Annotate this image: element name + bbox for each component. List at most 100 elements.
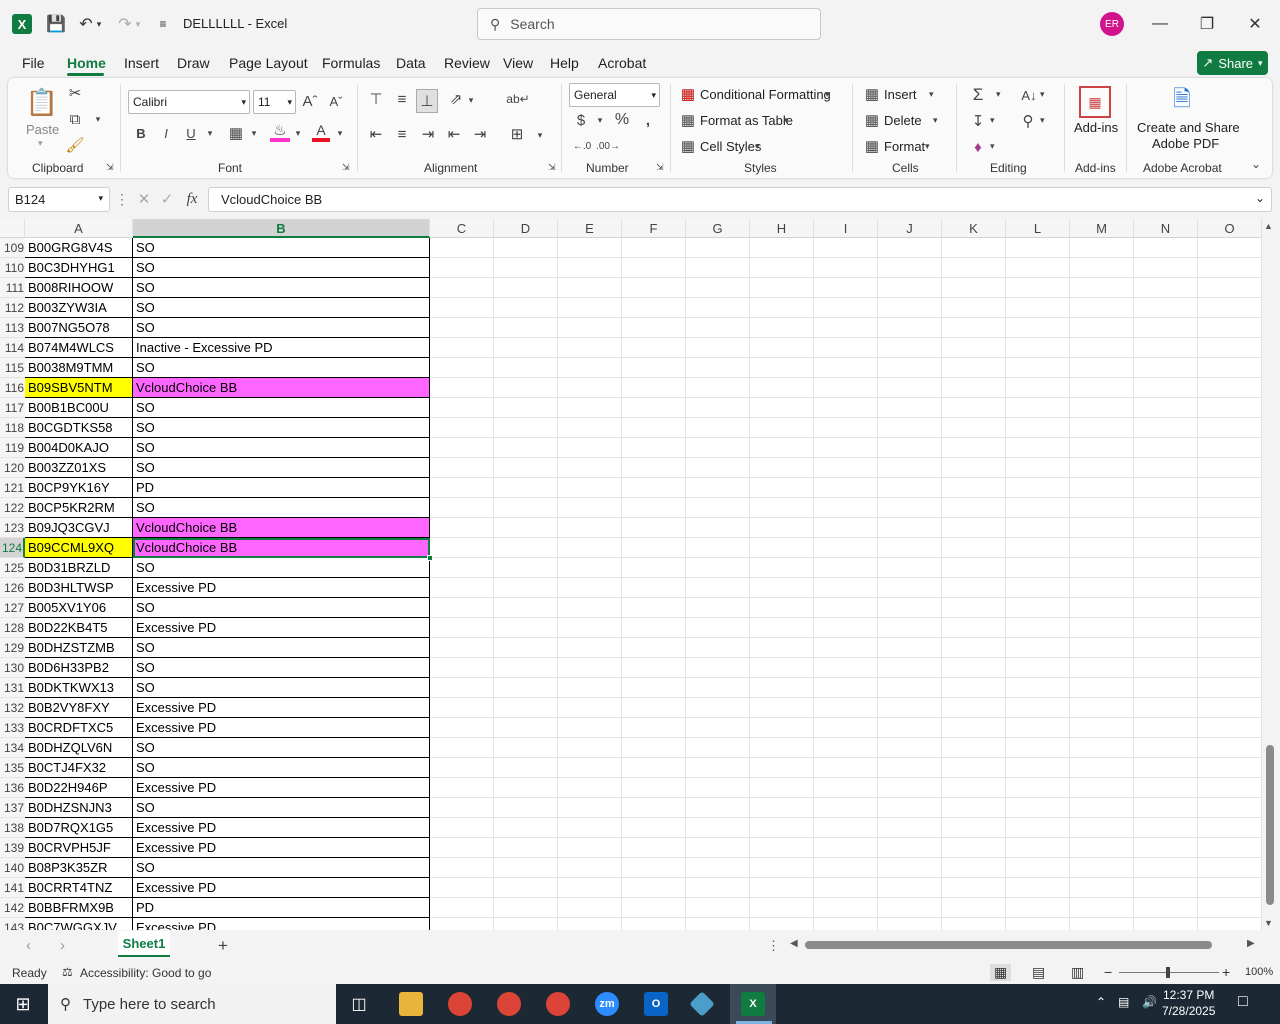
empty-cell[interactable] — [1070, 258, 1134, 278]
empty-cell[interactable] — [686, 538, 750, 558]
cell-b[interactable]: SO — [133, 398, 430, 418]
empty-cell[interactable] — [622, 478, 686, 498]
row-header[interactable]: 126 — [0, 578, 25, 598]
empty-cell[interactable] — [1134, 378, 1198, 398]
cell-a[interactable]: B005XV1Y06 — [25, 598, 133, 618]
row-header[interactable]: 120 — [0, 458, 25, 478]
chevron-down-icon[interactable]: ▾ — [755, 141, 760, 152]
empty-cell[interactable] — [494, 318, 558, 338]
empty-cell[interactable] — [814, 238, 878, 258]
cell-b[interactable]: SO — [133, 658, 430, 678]
empty-cell[interactable] — [622, 278, 686, 298]
row-header[interactable]: 117 — [0, 398, 25, 418]
empty-cell[interactable] — [430, 898, 494, 918]
empty-cell[interactable] — [1198, 638, 1262, 658]
empty-cell[interactable] — [494, 438, 558, 458]
empty-cell[interactable] — [750, 878, 814, 898]
empty-cell[interactable] — [1070, 658, 1134, 678]
empty-cell[interactable] — [878, 278, 942, 298]
empty-cell[interactable] — [622, 438, 686, 458]
empty-cell[interactable] — [494, 498, 558, 518]
column-header-d[interactable]: D — [494, 219, 558, 238]
empty-cell[interactable] — [1070, 858, 1134, 878]
empty-cell[interactable] — [878, 338, 942, 358]
empty-cell[interactable] — [878, 498, 942, 518]
empty-cell[interactable] — [1006, 778, 1070, 798]
copy-dropdown-icon[interactable]: ▾ — [92, 112, 104, 126]
empty-cell[interactable] — [622, 238, 686, 258]
empty-cell[interactable] — [814, 638, 878, 658]
empty-cell[interactable] — [558, 918, 622, 930]
empty-cell[interactable] — [1006, 858, 1070, 878]
empty-cell[interactable] — [494, 818, 558, 838]
empty-cell[interactable] — [430, 478, 494, 498]
empty-cell[interactable] — [494, 538, 558, 558]
empty-cell[interactable] — [430, 318, 494, 338]
empty-cell[interactable] — [686, 398, 750, 418]
empty-cell[interactable] — [430, 658, 494, 678]
empty-cell[interactable] — [750, 758, 814, 778]
empty-cell[interactable] — [494, 418, 558, 438]
empty-cell[interactable] — [1134, 758, 1198, 778]
cell-a[interactable]: B0D22H946P — [25, 778, 133, 798]
row-header[interactable]: 113 — [0, 318, 25, 338]
empty-cell[interactable] — [750, 578, 814, 598]
empty-cell[interactable] — [878, 438, 942, 458]
volume-icon[interactable]: 🔊 — [1142, 995, 1157, 1009]
align-middle-icon[interactable]: ≡ — [392, 89, 412, 109]
empty-cell[interactable] — [494, 798, 558, 818]
paste-icon[interactable]: 📋 — [26, 86, 58, 118]
chrome-icon[interactable] — [448, 992, 472, 1016]
row-header[interactable]: 135 — [0, 758, 25, 778]
empty-cell[interactable] — [942, 818, 1006, 838]
empty-cell[interactable] — [1134, 358, 1198, 378]
empty-cell[interactable] — [686, 338, 750, 358]
excel-taskbar-icon[interactable]: X — [741, 992, 765, 1016]
wrap-text-icon[interactable]: ab↵ — [506, 89, 529, 109]
empty-cell[interactable] — [622, 318, 686, 338]
empty-cell[interactable] — [1070, 338, 1134, 358]
cell-b[interactable]: Excessive PD — [133, 718, 430, 738]
cell-b[interactable]: VcloudChoice BB — [133, 518, 430, 538]
empty-cell[interactable] — [494, 598, 558, 618]
chevron-down-icon[interactable]: ▾ — [990, 141, 995, 152]
empty-cell[interactable] — [494, 778, 558, 798]
empty-cell[interactable] — [494, 398, 558, 418]
empty-cell[interactable] — [750, 338, 814, 358]
empty-cell[interactable] — [1070, 458, 1134, 478]
empty-cell[interactable] — [558, 838, 622, 858]
empty-cell[interactable] — [1070, 718, 1134, 738]
empty-cell[interactable] — [878, 358, 942, 378]
empty-cell[interactable] — [1134, 658, 1198, 678]
cell-a[interactable]: B00B1BC00U — [25, 398, 133, 418]
cell-a[interactable]: B0CP9YK16Y — [25, 478, 133, 498]
cell-b[interactable]: SO — [133, 638, 430, 658]
sheet-tab-sheet1[interactable]: Sheet1 — [118, 931, 170, 957]
empty-cell[interactable] — [878, 778, 942, 798]
empty-cell[interactable] — [1070, 578, 1134, 598]
empty-cell[interactable] — [558, 418, 622, 438]
empty-cell[interactable] — [942, 618, 1006, 638]
empty-cell[interactable] — [494, 458, 558, 478]
row-header[interactable]: 119 — [0, 438, 25, 458]
adobe-pdf-icon[interactable]: 🗎 — [1168, 86, 1196, 116]
empty-cell[interactable] — [942, 518, 1006, 538]
add-ins-button[interactable]: Add-ins — [1074, 120, 1118, 135]
empty-cell[interactable] — [622, 558, 686, 578]
empty-cell[interactable] — [686, 678, 750, 698]
font-launcher-icon[interactable]: ⇲ — [342, 162, 350, 173]
network-icon[interactable]: ▤ — [1118, 995, 1129, 1009]
cell-b[interactable]: Excessive PD — [133, 698, 430, 718]
empty-cell[interactable] — [1006, 518, 1070, 538]
empty-cell[interactable] — [430, 398, 494, 418]
empty-cell[interactable] — [942, 798, 1006, 818]
cell-b[interactable]: VcloudChoice BB — [133, 378, 430, 398]
empty-cell[interactable] — [622, 398, 686, 418]
empty-cell[interactable] — [942, 758, 1006, 778]
row-header[interactable]: 110 — [0, 258, 25, 278]
empty-cell[interactable] — [430, 578, 494, 598]
cell-a[interactable]: B0D31BRZLD — [25, 558, 133, 578]
tab-review[interactable]: Review — [444, 55, 490, 71]
empty-cell[interactable] — [622, 618, 686, 638]
empty-cell[interactable] — [1198, 518, 1262, 538]
